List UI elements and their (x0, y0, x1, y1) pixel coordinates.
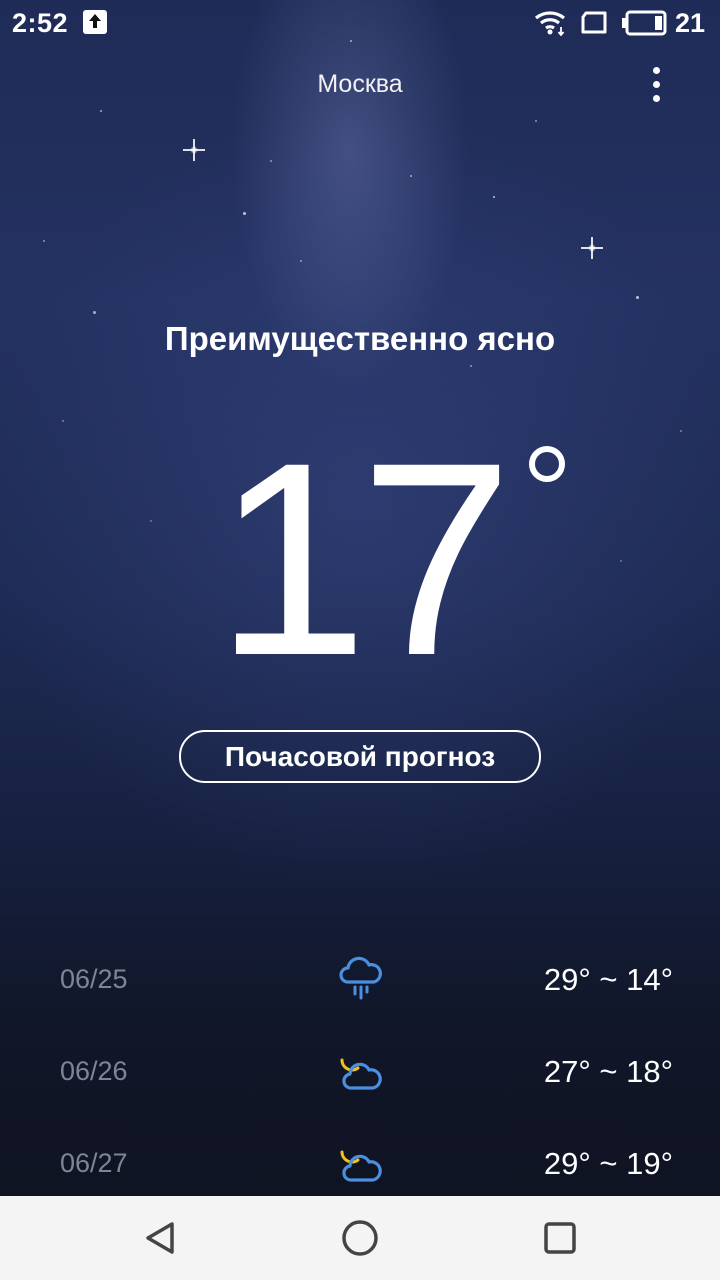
forecast-temp-range: 29° ~ 14° (543, 962, 673, 997)
star (270, 160, 272, 162)
city-name[interactable]: Москва (0, 70, 720, 99)
weather-screen: 2:52 21 Москва Преимущественно ясно 17 П… (0, 0, 720, 1196)
star (470, 365, 472, 367)
navigation-bar (0, 1196, 720, 1280)
forecast-temp-range: 27° ~ 18° (543, 1054, 673, 1089)
status-time: 2:52 (12, 8, 69, 38)
current-temperature: 17 (215, 406, 513, 713)
star-sparkle (581, 237, 603, 259)
sim-icon (581, 11, 607, 34)
moon-cloud-icon (340, 1053, 382, 1090)
star-sparkle (183, 139, 205, 161)
forecast-row[interactable]: 06/26 27° ~ 18° (0, 1038, 720, 1108)
wifi-icon (534, 11, 566, 36)
more-vertical-icon[interactable] (640, 64, 672, 106)
forecast-date: 06/26 (60, 1056, 128, 1086)
star (93, 311, 96, 314)
hourly-forecast-button[interactable]: Почасовой прогноз (179, 730, 541, 783)
forecast-date: 06/25 (60, 964, 128, 994)
moon-cloud-icon (340, 1145, 382, 1182)
forecast-date: 06/27 (60, 1148, 128, 1178)
home-icon[interactable] (338, 1216, 382, 1260)
star (493, 196, 495, 198)
forecast-row[interactable]: 06/27 29° ~ 19° (0, 1130, 720, 1196)
forecast-temp-range: 29° ~ 19° (543, 1146, 673, 1181)
star (300, 260, 302, 262)
star (410, 175, 412, 177)
degree-symbol (529, 446, 565, 482)
star (43, 240, 45, 242)
recents-icon[interactable] (538, 1216, 582, 1260)
back-icon[interactable] (138, 1216, 182, 1260)
status-bar: 2:52 21 (0, 0, 720, 46)
cloud-rain-icon (339, 956, 382, 1000)
battery-icon (622, 10, 667, 36)
star (535, 120, 537, 122)
battery-level: 21 (675, 8, 706, 38)
star (243, 212, 246, 215)
weather-condition: Преимущественно ясно (164, 320, 556, 357)
upload-icon (83, 10, 107, 34)
star (100, 110, 102, 112)
forecast-row[interactable]: 06/25 29° ~ 14° (0, 946, 720, 1016)
star (636, 296, 639, 299)
